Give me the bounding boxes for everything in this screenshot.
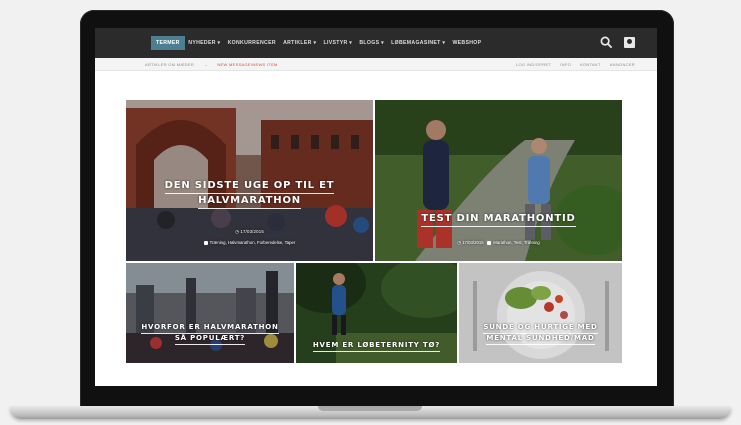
nav-item-livstyr[interactable]: LIVSTYR ▾: [320, 37, 356, 49]
nav-item-lobemagasinet[interactable]: LØBEMAGASINET ▾: [388, 37, 449, 49]
sub-left: ARTIKLER OM MÆDER → NEW MESSAGE/NEWS ITE…: [145, 62, 278, 67]
nav-item-nyheder[interactable]: NYHEDER ▾: [185, 37, 224, 49]
article-tile-2-title-text: HVEM ER LØBETERNITY TØ?: [312, 341, 441, 353]
featured-right-title-text: TEST DIN MARATHONTID: [421, 212, 576, 227]
featured-right-image: [375, 100, 622, 261]
nav-item-artikler[interactable]: ARTIKLER ▾: [279, 37, 319, 49]
featured-left-date: ◷ 17/03/2015: [126, 229, 373, 235]
article-tile-1-title-line1: HVORFOR ER HALVMARATHON: [141, 323, 279, 335]
tag-icon: [487, 240, 492, 245]
article-tile-1[interactable]: HVORFOR ER HALVMARATHON SÅ POPULÆRT?: [126, 263, 294, 363]
nav-menu: TERMER NYHEDER ▾ KONKURRENCER ARTIKLER ▾…: [151, 36, 485, 50]
sub-link-kontakt[interactable]: KONTAKT: [580, 62, 601, 67]
sub-left-link[interactable]: ARTIKLER OM MÆDER: [145, 62, 194, 67]
nav-item-blogs[interactable]: BLOGS ▾: [356, 37, 388, 49]
sub-right-links: LOG IND/OPRET INFO KONTAKT ANNONCER: [516, 62, 635, 67]
laptop-notch: [318, 406, 422, 411]
sub-link-info[interactable]: INFO: [560, 62, 571, 67]
featured-left-tags-text: Træning, Halvmarathon, Forberedelse, Tap…: [209, 240, 296, 245]
article-tile-3[interactable]: SUNDE OG HURTIGE MED MENTAL SUNDHED/MAD: [459, 263, 622, 363]
article-tile-3-title[interactable]: SUNDE OG HURTIGE MED MENTAL SUNDHED/MAD: [459, 323, 622, 346]
laptop-screen: TERMER NYHEDER ▾ KONKURRENCER ARTIKLER ▾…: [95, 28, 657, 386]
featured-left-title-line2: HALVMARATHON: [198, 194, 301, 209]
sub-link-annoncer[interactable]: ANNONCER: [610, 62, 635, 67]
article-tile-1-title[interactable]: HVORFOR ER HALVMARATHON SÅ POPULÆRT?: [126, 323, 294, 346]
arrow-right-icon: →: [203, 61, 209, 68]
sub-link-login[interactable]: LOG IND/OPRET: [516, 62, 551, 67]
featured-article-left[interactable]: DEN SIDSTE UGE OP TIL ET HALVMARATHON ◷ …: [126, 100, 373, 261]
article-tile-2[interactable]: HVEM ER LØBETERNITY TØ?: [296, 263, 457, 363]
featured-right-date-text: 17/03/2015: [462, 240, 484, 245]
tag-icon: [203, 240, 208, 245]
featured-right-tags-text: Marathon, Test, Træning: [493, 240, 540, 245]
article-tile-1-image: [126, 263, 294, 363]
user-icon[interactable]: [624, 37, 635, 48]
article-tile-2-title[interactable]: HVEM ER LØBETERNITY TØ?: [296, 341, 457, 353]
featured-right-title[interactable]: TEST DIN MARATHONTID: [375, 212, 622, 227]
sub-bar: ARTIKLER OM MÆDER → NEW MESSAGE/NEWS ITE…: [95, 58, 657, 71]
featured-left-date-text: 17/03/2015: [240, 229, 264, 234]
featured-left-title[interactable]: DEN SIDSTE UGE OP TIL ET HALVMARATHON: [126, 179, 373, 209]
news-ticker-link[interactable]: NEW MESSAGE/NEWS ITEM: [217, 62, 277, 67]
article-tile-3-title-line1: SUNDE OG HURTIGE MED: [483, 323, 598, 335]
article-tile-3-image: [459, 263, 622, 363]
featured-left-title-line1: DEN SIDSTE UGE OP TIL ET: [164, 179, 335, 194]
nav-item-konkurrencer[interactable]: KONKURRENCER: [224, 37, 279, 49]
featured-article-right[interactable]: TEST DIN MARATHONTID ◷ 17/03/2015 Marath…: [375, 100, 622, 261]
featured-left-tags: Træning, Halvmarathon, Forberedelse, Tap…: [126, 240, 373, 245]
nav-icons: [600, 36, 635, 49]
nav-item-webshop[interactable]: WEBSHOP: [449, 37, 485, 49]
site-navbar: TERMER NYHEDER ▾ KONKURRENCER ARTIKLER ▾…: [95, 28, 657, 58]
article-tile-1-title-line2: SÅ POPULÆRT?: [174, 334, 246, 346]
nav-item-termer[interactable]: TERMER: [151, 36, 185, 50]
article-tile-3-title-line2: MENTAL SUNDHED/MAD: [486, 334, 595, 346]
search-icon[interactable]: [600, 36, 613, 49]
featured-right-meta: ◷ 17/03/2015 Marathon, Test, Træning: [375, 240, 622, 246]
